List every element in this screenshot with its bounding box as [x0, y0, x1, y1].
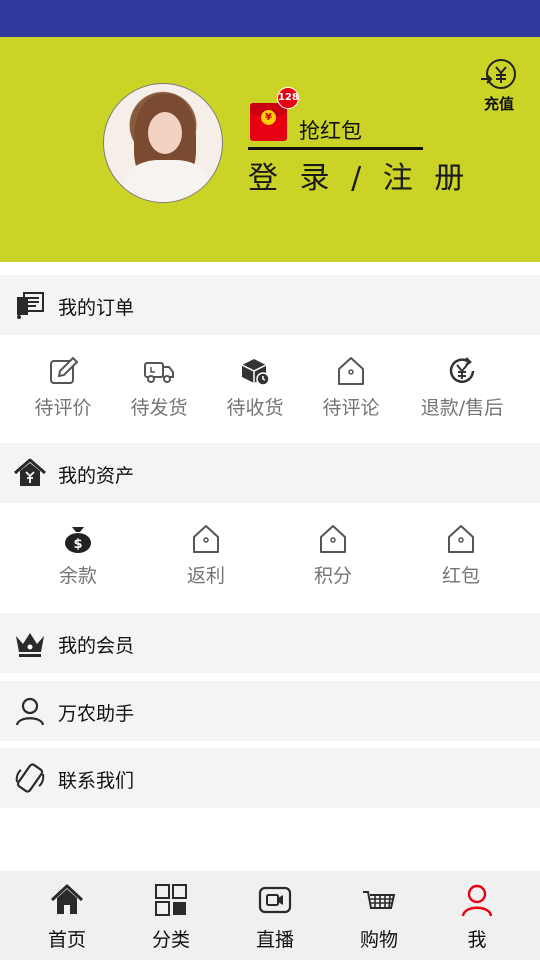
home-yen-icon	[14, 458, 46, 486]
yen-refund-icon	[449, 357, 475, 383]
money-bag-icon: $	[65, 527, 91, 553]
tab-shopping[interactable]: 购物	[339, 883, 419, 952]
phone-icon	[15, 763, 45, 793]
house-icon	[338, 357, 364, 385]
tab-home[interactable]: 首页	[27, 883, 107, 952]
asset-item-label: 积分	[313, 565, 352, 587]
house-icon	[320, 525, 346, 553]
my-orders-header[interactable]: 我的订单	[0, 275, 540, 335]
login-register-link[interactable]: 登 录 / 注 册	[248, 153, 470, 197]
tab-me[interactable]: 我	[437, 883, 517, 952]
video-icon	[258, 886, 292, 914]
crown-icon	[16, 633, 44, 657]
menu-item-label: 万农助手	[58, 703, 135, 725]
asset-red-packet[interactable]: 红包	[431, 523, 491, 588]
orders-row: 待评价 待发货 待收货 待评论 退款/售后	[0, 335, 540, 442]
order-item-label: 待评论	[322, 397, 380, 419]
asset-item-label: 余款	[58, 565, 97, 587]
grab-red-packet-link[interactable]: 抢红包	[299, 115, 362, 145]
package-clock-icon	[241, 359, 270, 386]
tab-live[interactable]: 直播	[235, 883, 315, 952]
recharge-yen-icon	[481, 59, 516, 89]
order-pending-review[interactable]: 待评价	[28, 355, 98, 420]
status-bar	[0, 0, 540, 37]
user-icon	[15, 697, 45, 726]
my-orders-title: 我的订单	[58, 297, 135, 319]
my-assets-title: 我的资产	[58, 465, 135, 487]
house-icon	[448, 525, 474, 553]
tab-label: 我	[467, 929, 487, 951]
assets-row: $ 余款 返利 积分 红包	[0, 503, 540, 612]
asset-rebate[interactable]: 返利	[176, 523, 236, 588]
house-icon	[193, 525, 219, 553]
edit-icon	[50, 356, 79, 384]
order-item-label: 退款/售后	[420, 397, 504, 419]
grid-icon	[155, 884, 187, 916]
cart-icon	[363, 891, 396, 909]
menu-item-label: 我的会员	[58, 635, 135, 657]
tab-label: 购物	[359, 929, 398, 951]
order-item-label: 待收货	[226, 397, 284, 419]
home-icon	[50, 884, 84, 914]
orders-icon	[17, 292, 44, 319]
recharge-button[interactable]: 充值	[478, 57, 520, 113]
asset-item-label: 红包	[441, 565, 480, 587]
divider	[248, 147, 423, 150]
contact-us-item[interactable]: 联系我们	[0, 748, 540, 808]
tab-label: 分类	[151, 929, 190, 951]
menu-item-label: 联系我们	[58, 770, 135, 792]
truck-icon	[144, 362, 174, 383]
profile-icon	[461, 884, 493, 917]
asset-points[interactable]: 积分	[303, 523, 363, 588]
order-pending-comment[interactable]: 待评论	[316, 355, 386, 420]
order-item-label: 待发货	[130, 397, 188, 419]
tab-category[interactable]: 分类	[131, 883, 211, 952]
svg-text:$: $	[73, 537, 82, 552]
tab-label: 直播	[255, 929, 294, 951]
red-packet-badge: 128	[277, 87, 299, 109]
asset-item-label: 返利	[186, 565, 225, 587]
avatar[interactable]	[103, 83, 223, 203]
my-membership-item[interactable]: 我的会员	[0, 613, 540, 673]
my-assets-header[interactable]: 我的资产	[0, 443, 540, 503]
profile-header: ¥ 128 抢红包 登 录 / 注 册 充值	[0, 37, 540, 262]
order-pending-shipment[interactable]: 待发货	[124, 355, 194, 420]
tab-label: 首页	[47, 929, 86, 951]
asset-balance[interactable]: $ 余款	[48, 523, 108, 588]
order-pending-receipt[interactable]: 待收货	[220, 355, 290, 420]
red-packet-icon[interactable]: ¥	[250, 103, 287, 141]
order-item-label: 待评价	[34, 397, 92, 419]
recharge-label: 充值	[483, 95, 514, 113]
bottom-tab-bar: 首页 分类 直播 购物 我	[0, 871, 540, 960]
assistant-item[interactable]: 万农助手	[0, 681, 540, 741]
order-refund-aftersale[interactable]: 退款/售后	[414, 355, 510, 420]
